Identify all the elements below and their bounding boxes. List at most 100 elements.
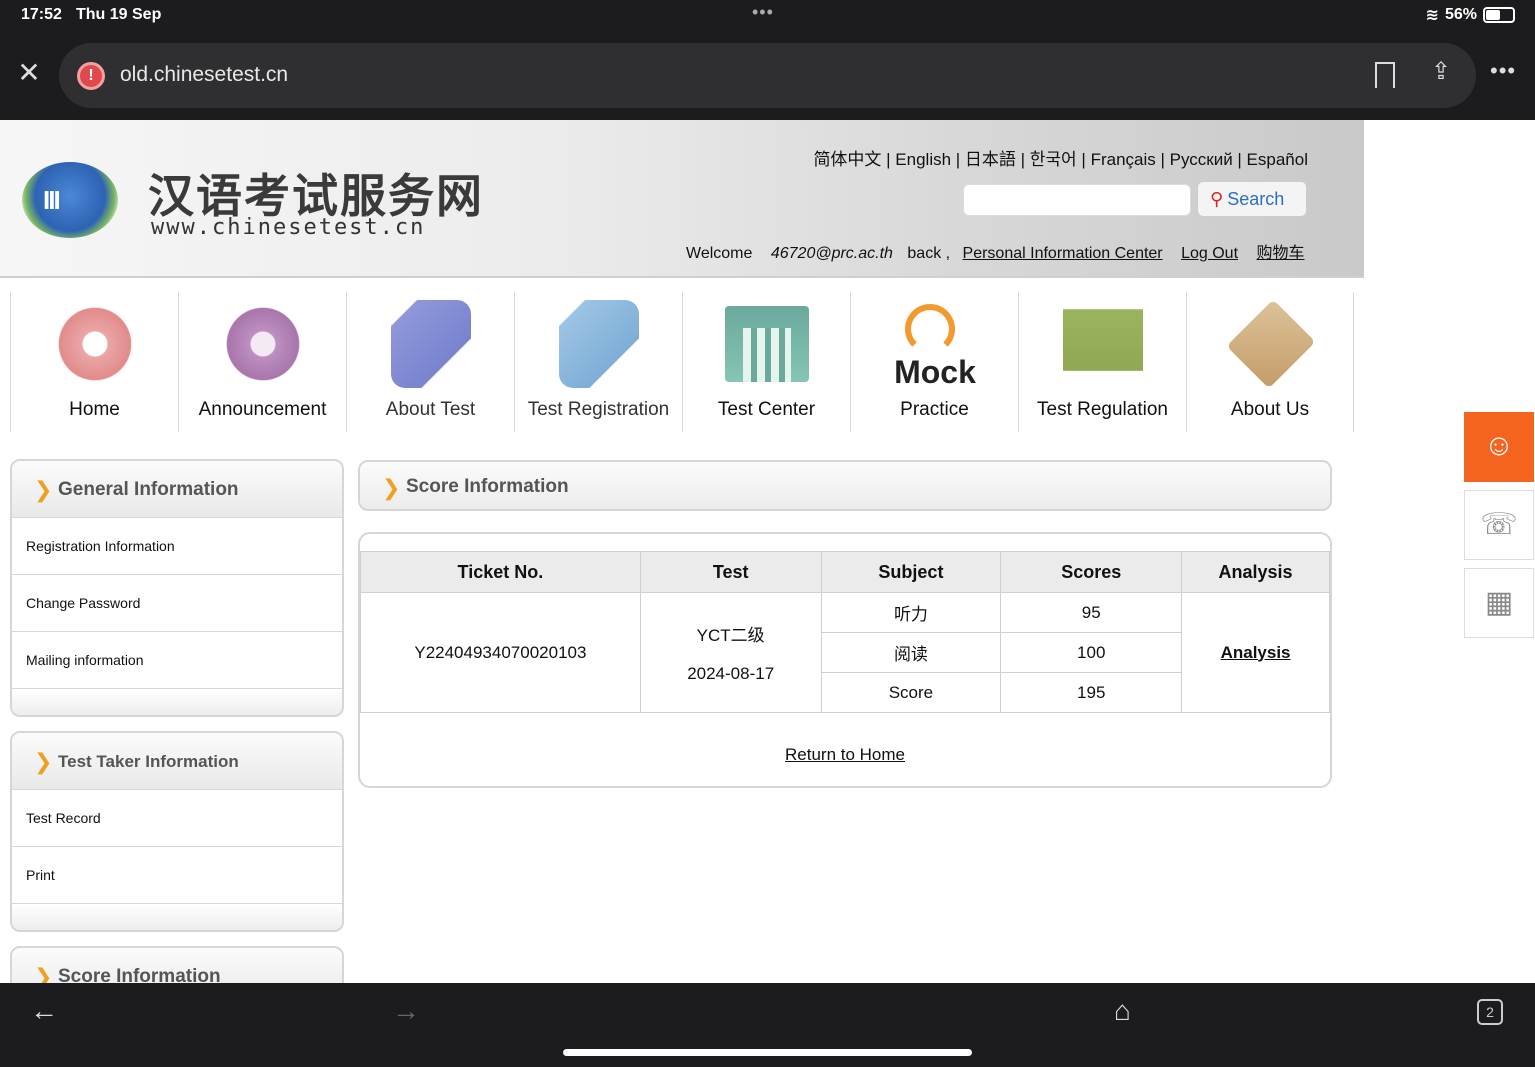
site-banner: III 汉语考试服务网 www.chinesetest.cn 简体中文 | En… <box>0 120 1364 278</box>
battery-percent: 56% <box>1444 6 1477 23</box>
section-title: Score Information <box>406 476 569 497</box>
home-indicator[interactable] <box>563 1049 972 1056</box>
panel-title: Test Taker Information <box>58 752 239 771</box>
wifi-icon: ≋ <box>1425 7 1439 24</box>
nav-label: Test Center <box>717 399 816 420</box>
phone-clock-icon: ☏ <box>1480 508 1518 541</box>
nav-label: Announcement <box>198 399 327 420</box>
sidebar-item-registration-info[interactable]: Registration Information <box>12 518 342 575</box>
mock-icon: Mock <box>851 300 1019 390</box>
search-icon: ⚲ <box>1210 189 1224 209</box>
cart-link[interactable]: 购物车 <box>1256 245 1304 262</box>
tabs-button[interactable]: 2 <box>1477 999 1503 1025</box>
registration-icon <box>559 300 639 388</box>
panel-header[interactable]: ❯ Test Taker Information <box>12 733 342 790</box>
multitask-dots-icon[interactable]: ••• <box>752 2 774 23</box>
welcome-text: Welcome <box>686 245 753 262</box>
qr-code-button[interactable]: ▦ <box>1464 568 1534 638</box>
header-analysis: Analysis <box>1181 551 1330 593</box>
status-date: Thu 19 Sep <box>76 6 162 23</box>
subject-cell: Score <box>820 672 1002 713</box>
building-columns <box>743 328 791 382</box>
nav-label: Practice <box>900 399 969 420</box>
header-scores: Scores <box>1000 551 1183 593</box>
nav-test-center[interactable]: Test Center <box>682 292 850 432</box>
search-button[interactable]: ⚲ Search <box>1197 181 1307 217</box>
logo-mark: III <box>43 185 61 215</box>
welcome-row: Welcome 46720@prc.ac.th back , Personal … <box>686 239 1305 263</box>
site-logo[interactable] <box>22 162 118 238</box>
subject-cell: 阅读 <box>820 632 1002 673</box>
subject-cell: 听力 <box>820 592 1002 633</box>
scroll-icon <box>391 300 471 388</box>
home-icon <box>55 300 135 388</box>
url-text[interactable]: old.chinesetest.cn <box>120 63 288 87</box>
announcement-icon <box>223 300 303 388</box>
nav-label: Test Registration <box>527 399 670 420</box>
personal-center-link[interactable]: Personal Information Center <box>963 245 1163 262</box>
mock-text: Mock <box>894 354 976 390</box>
building-icon <box>725 306 809 382</box>
status-right: ≋ 56% <box>1426 5 1515 25</box>
language-switcher[interactable]: 简体中文 | English | 日本語 | 한국어 | Français | … <box>813 145 1308 170</box>
chevron-right-icon: ❯ <box>382 475 401 500</box>
close-icon[interactable]: ✕ <box>14 58 44 88</box>
analysis-cell: Analysis <box>1181 592 1330 713</box>
chevron-right-icon: ❯ <box>34 477 53 502</box>
chevron-right-icon: ❯ <box>34 749 53 774</box>
nav-announcement[interactable]: Announcement <box>178 292 346 432</box>
sidebar: ❯ General Information Registration Infor… <box>10 459 344 1021</box>
return-home-link[interactable]: Return to Home <box>360 745 1330 765</box>
support-agent-icon: ☺ <box>1483 429 1515 462</box>
test-date: 2024-08-17 <box>687 664 775 683</box>
battery-icon <box>1483 7 1515 23</box>
browser-toolbar: ← → ⌂ 2 <box>0 983 1535 1067</box>
nav-about-test[interactable]: About Test <box>346 292 514 432</box>
nav-about-us[interactable]: About Us <box>1186 292 1354 432</box>
bookmark-icon[interactable] <box>1375 62 1395 88</box>
address-bar[interactable]: ! old.chinesetest.cn ⇪ <box>59 43 1476 108</box>
bronze-vessel-icon <box>1063 300 1143 388</box>
table-row: Y22404934070020103 YCT二级 2024-08-17 听力 9… <box>360 592 1330 713</box>
browser-chrome: 17:52 Thu 19 Sep ••• ≋ 56% ✕ ! old.chine… <box>0 0 1535 120</box>
insecure-warning-icon[interactable]: ! <box>77 62 105 90</box>
sidebar-item-mailing-info[interactable]: Mailing information <box>12 632 342 689</box>
test-cell: YCT二级 2024-08-17 <box>639 592 822 713</box>
analysis-link[interactable]: Analysis <box>1221 643 1291 662</box>
home-icon[interactable]: ⌂ <box>1114 995 1131 1027</box>
panel-header[interactable]: ❯ General Information <box>12 461 342 518</box>
back-arrow-icon[interactable]: ← <box>30 995 58 1027</box>
nav-home[interactable]: Home <box>10 292 178 432</box>
sidebar-item-print[interactable]: Print <box>12 847 342 904</box>
site-url: www.chinesetest.cn <box>151 215 426 240</box>
header-test: Test <box>639 551 822 593</box>
floating-toolbar: ☺ ☏ ▦ <box>1464 412 1534 646</box>
nav-practice[interactable]: Mock Practice <box>850 292 1018 432</box>
general-info-panel: ❯ General Information Registration Infor… <box>10 459 344 717</box>
more-icon[interactable]: ••• <box>1490 58 1516 84</box>
ticket-number: Y22404934070020103 <box>360 592 641 713</box>
sidebar-item-test-record[interactable]: Test Record <box>12 790 342 847</box>
score-cell: 195 <box>1000 672 1183 713</box>
customer-service-button[interactable]: ☺ <box>1464 412 1534 482</box>
nav-test-regulation[interactable]: Test Regulation <box>1018 292 1186 432</box>
nav-label: Test Regulation <box>1037 399 1168 420</box>
header-subject: Subject <box>820 551 1002 593</box>
score-cell: 95 <box>1000 592 1183 633</box>
forward-arrow-icon[interactable]: → <box>392 995 420 1027</box>
back-text: back , <box>907 245 951 262</box>
search-label: Search <box>1227 189 1285 209</box>
nav-test-registration[interactable]: Test Registration <box>514 292 682 432</box>
table-header-row: Ticket No. Test Subject Scores Analysis <box>360 551 1330 593</box>
test-taker-panel: ❯ Test Taker Information Test Record Pri… <box>10 731 344 932</box>
qr-code-icon: ▦ <box>1484 586 1514 619</box>
search-input[interactable] <box>963 184 1191 216</box>
nav-label: About Us <box>1230 399 1310 420</box>
phone-button[interactable]: ☏ <box>1464 490 1534 560</box>
test-name: YCT二级 <box>696 626 765 645</box>
panel-footer <box>12 904 342 930</box>
logout-link[interactable]: Log Out <box>1181 245 1238 262</box>
nav-label: Home <box>69 399 120 420</box>
share-icon[interactable]: ⇪ <box>1429 57 1453 89</box>
sidebar-item-change-password[interactable]: Change Password <box>12 575 342 632</box>
